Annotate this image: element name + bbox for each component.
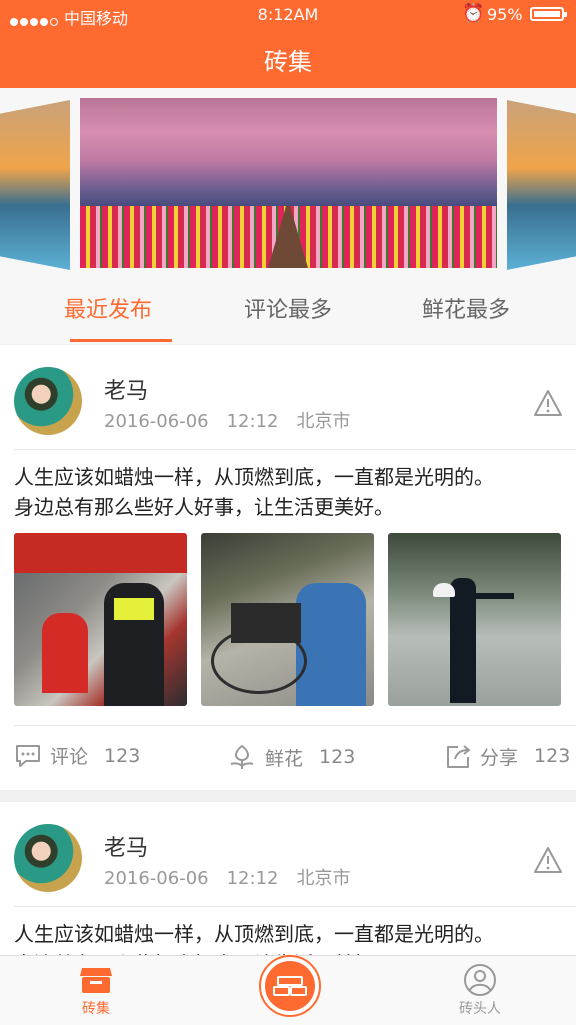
tab-most-comments-label: 评论最多: [243, 298, 332, 323]
author-name[interactable]: 老马: [104, 373, 148, 405]
avatar[interactable]: [14, 367, 82, 435]
post-content-line: 人生应该如蜡烛一样，从顶燃到底，一直都是光明的。: [14, 922, 494, 946]
divider: [14, 906, 576, 907]
tab-recent[interactable]: 最近发布: [12, 278, 204, 344]
report-icon[interactable]: [533, 389, 563, 417]
flower-count: 123: [319, 746, 356, 768]
author-name[interactable]: 老马: [104, 830, 148, 862]
comment-label: 评论: [50, 746, 89, 768]
nav-brick-collection[interactable]: 砖集: [36, 964, 156, 1018]
comment-button[interactable]: 评论 123: [14, 742, 140, 769]
post-time: 12:12: [226, 868, 279, 889]
post-photo[interactable]: [201, 533, 374, 706]
alarm-icon: ⏰: [462, 3, 485, 24]
status-bar: 中国移动 8:12AM ⏰ 95%: [0, 0, 576, 30]
post-meta: 2016-06-06 12:12 北京市: [104, 407, 368, 433]
banner-next-slide[interactable]: [507, 100, 576, 270]
avatar[interactable]: [14, 824, 82, 892]
post-photo[interactable]: [14, 533, 187, 706]
battery-percent: 95%: [487, 5, 523, 24]
tab-recent-label: 最近发布: [63, 298, 152, 323]
tab-most-comments[interactable]: 评论最多: [192, 278, 384, 344]
comment-count: 123: [104, 744, 141, 767]
publish-brick-button[interactable]: [259, 955, 321, 1017]
flower-button[interactable]: 鲜花 123: [227, 742, 355, 772]
post-location: 北京市: [296, 868, 351, 889]
post-card: 老马 2016-06-06 12:12 北京市 人生应该如蜡烛一样，从顶燃到底，一直…: [0, 345, 576, 790]
page-title: 砖集: [264, 48, 312, 76]
report-icon[interactable]: [533, 846, 563, 874]
post-content-line: 身边总有那么些好人好事，让生活更美好。: [14, 495, 394, 519]
share-button[interactable]: 分享 123: [444, 742, 570, 770]
publish-button-fill: [265, 961, 315, 1011]
post-time: 12:12: [226, 411, 279, 432]
divider: [14, 725, 576, 726]
feed-tabs: 最近发布 评论最多 鲜花最多: [0, 278, 576, 344]
share-label: 分享: [480, 746, 519, 769]
comment-icon: [16, 744, 40, 767]
nav-brick-people[interactable]: 砖头人: [420, 964, 540, 1018]
flower-label: 鲜花: [265, 747, 304, 770]
person-icon: [464, 964, 496, 996]
brick-box-icon: [80, 968, 112, 993]
post-date: 2016-06-06: [104, 411, 209, 432]
share-count: 123: [534, 745, 571, 767]
divider: [14, 449, 576, 450]
post-content: 人生应该如蜡烛一样，从顶燃到底，一直都是光明的。 身边总有那么些好人好事，让生活…: [14, 462, 564, 522]
app-header: 中国移动 8:12AM ⏰ 95% 砖集: [0, 0, 576, 88]
banner-carousel[interactable]: [0, 88, 576, 278]
post-content-line: 人生应该如蜡烛一样，从顶燃到底，一直都是光明的。: [14, 465, 494, 489]
flower-icon: [230, 744, 254, 769]
active-tab-indicator: [70, 339, 172, 342]
bricks-icon: [273, 976, 307, 996]
nav-brick-people-label: 砖头人: [459, 1001, 501, 1017]
nav-brick-collection-label: 砖集: [82, 1001, 110, 1017]
share-icon: [447, 745, 470, 768]
tab-most-flowers[interactable]: 鲜花最多: [370, 278, 562, 344]
battery-icon: [530, 7, 567, 21]
post-photo[interactable]: [388, 533, 561, 706]
post-date: 2016-06-06: [104, 868, 209, 889]
banner-prev-slide[interactable]: [0, 100, 70, 270]
post-location: 北京市: [296, 411, 351, 432]
tab-most-flowers-label: 鲜花最多: [421, 298, 510, 323]
banner-current-slide[interactable]: [80, 98, 497, 268]
post-meta: 2016-06-06 12:12 北京市: [104, 864, 368, 890]
